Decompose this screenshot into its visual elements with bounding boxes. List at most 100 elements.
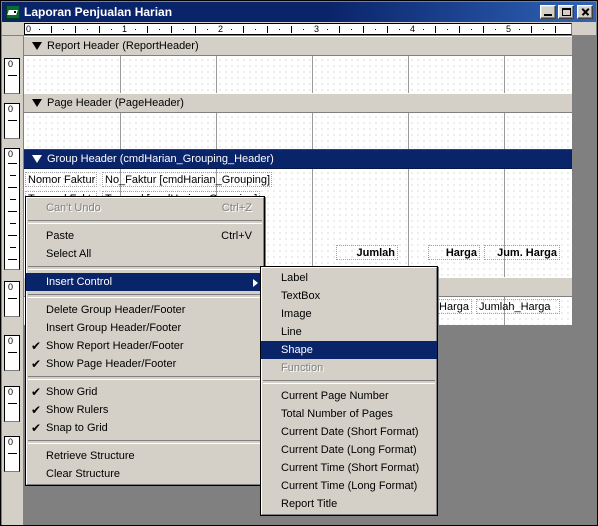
control-text: Harga <box>439 301 469 313</box>
context-menu-item-label: Select All <box>46 248 92 260</box>
submenu-item[interactable]: Current Time (Short Format) <box>261 459 437 477</box>
close-icon <box>578 6 592 18</box>
context-menu-item-label: Show Page Header/Footer <box>46 358 177 370</box>
submenu-item[interactable]: Image <box>261 305 437 323</box>
submenu-item[interactable]: TextBox <box>261 287 437 305</box>
ruler-dot <box>375 29 376 30</box>
menu-separator <box>28 376 262 380</box>
context-menu-item[interactable]: Insert Control <box>26 273 264 291</box>
submenu-item-label: Current Time (Long Format) <box>281 480 418 492</box>
vertical-ruler-number: 0 <box>8 282 14 292</box>
control-text: Nomor Faktur : <box>28 174 97 186</box>
ruler-number: 3 <box>314 24 320 34</box>
band-label: Report Header (ReportHeader) <box>47 40 199 52</box>
band-label: Page Header (PageHeader) <box>47 97 184 109</box>
ruler-dot <box>303 29 304 30</box>
context-menu-item[interactable]: Delete Group Header/Footer <box>26 301 264 319</box>
submenu-item[interactable]: Shape <box>261 341 437 359</box>
control-column-header-jum-harga[interactable]: Jum. Harga <box>484 245 560 260</box>
minimize-button[interactable] <box>540 5 556 19</box>
context-menu[interactable]: Can't Undo Ctrl+Z Paste Ctrl+V Select All Ins… <box>25 196 265 486</box>
vertical-ruler-column[interactable]: 0 0 0 0 0 0 0 <box>2 36 24 525</box>
context-menu-item[interactable]: Select All <box>26 245 264 263</box>
page-break-guide <box>504 113 505 149</box>
control-column-header-jumlah[interactable]: Jumlah <box>336 245 398 260</box>
submenu-item[interactable]: Current Date (Short Format) <box>261 423 437 441</box>
submenu-item[interactable]: Current Page Number <box>261 387 437 405</box>
page-break-guide <box>408 56 409 93</box>
vertical-ruler-segment: 0 <box>4 148 20 270</box>
ruler-dot <box>519 29 520 30</box>
context-menu-item[interactable]: ✔ Show Page Header/Footer <box>26 355 264 373</box>
band-label: Group Header (cmdHarian_Grouping_Header) <box>47 153 274 165</box>
menu-item-shortcut: Ctrl+Z <box>221 202 252 214</box>
band-bar-report-header[interactable]: Report Header (ReportHeader) <box>24 36 572 56</box>
ruler-dot <box>39 29 40 30</box>
page-break-guide <box>216 113 217 149</box>
band-bar-page-header[interactable]: Page Header (PageHeader) <box>24 93 572 113</box>
maximize-button[interactable] <box>558 5 574 19</box>
context-menu-item-label: Insert Group Header/Footer <box>46 322 182 334</box>
ruler-dot <box>495 29 496 30</box>
submenu-item-label: Current Date (Short Format) <box>281 426 419 438</box>
context-menu-item[interactable]: ✔ Show Report Header/Footer <box>26 337 264 355</box>
ruler-tick <box>99 26 100 33</box>
context-menu-item-label: Show Rulers <box>46 404 109 416</box>
control-column-header-harga[interactable]: Harga <box>428 245 480 260</box>
horizontal-ruler[interactable]: 0 1 2 3 4 5 <box>2 22 596 36</box>
submenu-item[interactable]: Current Time (Long Format) <box>261 477 437 495</box>
maximize-icon <box>562 8 571 16</box>
submenu-item[interactable]: Line <box>261 323 437 341</box>
ruler-number: 2 <box>218 24 224 34</box>
context-menu-item[interactable]: Retrieve Structure <box>26 447 264 465</box>
submenu-item-label: Current Date (Long Format) <box>281 444 417 456</box>
context-menu-item[interactable]: ✔ Show Rulers <box>26 401 264 419</box>
submenu-item: Function <box>261 359 437 377</box>
ruler-tick <box>483 26 484 33</box>
ruler-dot <box>183 29 184 30</box>
title-bar[interactable]: Laporan Penjualan Harian <box>2 2 596 22</box>
submenu-item-label: Report Title <box>281 498 338 510</box>
band-body-report-header[interactable] <box>24 56 572 93</box>
context-menu-item[interactable]: Clear Structure <box>26 465 264 483</box>
submenu-item[interactable]: Current Date (Long Format) <box>261 441 437 459</box>
ruler-tick <box>171 26 172 33</box>
ruler-tick <box>267 26 268 33</box>
submenu-item[interactable]: Report Title <box>261 495 437 513</box>
ruler-dot <box>471 29 472 30</box>
page-break-guide <box>312 169 313 277</box>
insert-control-submenu[interactable]: Label TextBox Image Line Shape Function Curren… <box>260 266 438 516</box>
submenu-item-label: Function <box>281 362 324 374</box>
context-menu-item[interactable]: Insert Group Header/Footer <box>26 319 264 337</box>
ruler-tick <box>10 175 16 176</box>
ruler-tick <box>435 26 436 33</box>
vertical-ruler-number: 0 <box>8 149 14 159</box>
band-bar-group-header[interactable]: Group Header (cmdHarian_Grouping_Header) <box>24 149 572 169</box>
control-label-nomor-faktur[interactable]: Nomor Faktur : <box>25 172 97 187</box>
close-button[interactable] <box>577 5 593 19</box>
vertical-ruler-segment: 0 <box>4 103 20 139</box>
caption-buttons <box>538 5 593 19</box>
context-menu-item-label: Retrieve Structure <box>46 450 135 462</box>
control-detail-jumlah-harga[interactable]: Jumlah_Harga <box>476 299 560 314</box>
context-menu-item-label: Show Grid <box>46 386 98 398</box>
submenu-item[interactable]: Total Number of Pages <box>261 405 437 423</box>
page-break-guide <box>312 113 313 149</box>
ruler-tick <box>339 26 340 33</box>
band-body-page-header[interactable] <box>24 113 572 149</box>
ruler-tick <box>10 247 16 248</box>
control-field-no-faktur[interactable]: No_Faktur [cmdHarian_Grouping] <box>102 172 272 187</box>
vertical-ruler-number: 0 <box>8 59 14 69</box>
ruler-number: 5 <box>506 24 512 34</box>
context-menu-item[interactable]: Paste Ctrl+V <box>26 227 264 245</box>
submenu-item[interactable]: Label <box>261 269 437 287</box>
band-collapse-icon <box>32 154 42 164</box>
ruler-tick <box>51 26 52 33</box>
context-menu-item-label: Can't Undo <box>46 202 101 214</box>
context-menu-item[interactable]: ✔ Show Grid <box>26 383 264 401</box>
ruler-tick <box>8 298 17 299</box>
context-menu-item[interactable]: ✔ Snap to Grid <box>26 419 264 437</box>
ruler-tick <box>8 211 17 212</box>
ruler-number: 0 <box>26 24 32 34</box>
page-break-guide <box>504 56 505 93</box>
